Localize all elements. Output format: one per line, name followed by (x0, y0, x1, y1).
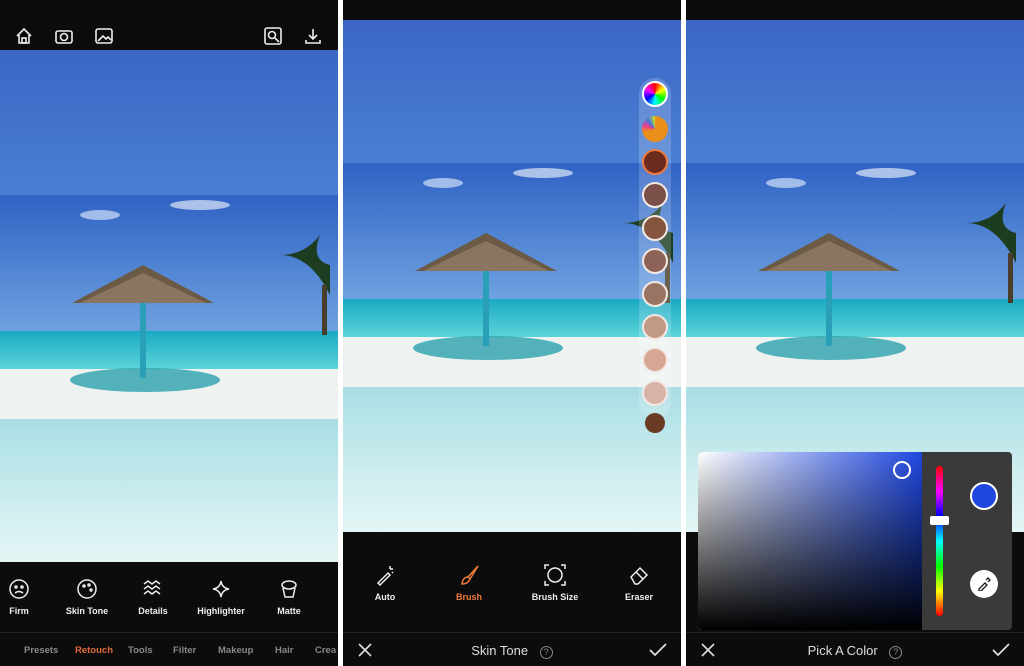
eraser-icon (630, 566, 649, 585)
confirm-check-icon[interactable] (992, 641, 1010, 659)
tab-hair[interactable]: Hair (275, 645, 293, 656)
saturation-value-area[interactable] (698, 452, 922, 630)
skin-tone-swatch[interactable] (642, 149, 668, 175)
skin-tone-swatch[interactable] (642, 215, 668, 241)
tool-matte[interactable]: Matte (272, 578, 306, 616)
skin-tone-swatch[interactable] (642, 314, 668, 340)
color-picker (698, 452, 1012, 630)
tool-firm[interactable]: Firm (4, 578, 34, 616)
tab-filter[interactable]: Filter (173, 645, 196, 656)
gallery-icon[interactable] (94, 26, 114, 46)
hue-slider[interactable] (936, 466, 943, 616)
pick-color-panel: Pick A Color ? (686, 0, 1024, 666)
tool-brush[interactable]: Brush (449, 564, 489, 602)
tool-brush-size[interactable]: Brush Size (527, 564, 583, 602)
picker-handle[interactable] (893, 461, 911, 479)
panel-title: Skin Tone (471, 643, 529, 658)
photo-bottom (343, 387, 681, 532)
skin-tone-swatch[interactable] (642, 281, 668, 307)
skin-tone-swatch[interactable] (642, 248, 668, 274)
photo-sky (686, 20, 1024, 163)
beach-photo (0, 195, 338, 419)
tool-auto[interactable]: Auto (365, 564, 405, 602)
category-tabs: Presets Retouch Tools Filter Makeup Hair… (0, 632, 338, 666)
beach-photo (343, 163, 681, 387)
hue-slider-handle[interactable] (930, 516, 949, 525)
brush-size-icon (544, 564, 566, 586)
eyedropper-icon (978, 577, 991, 591)
brush-icon (461, 565, 479, 585)
tab-retouch[interactable]: Retouch (75, 645, 113, 656)
skin-tone-swatch[interactable] (642, 182, 668, 208)
photo-bottom (0, 419, 338, 562)
swatch-column (639, 78, 671, 433)
skin-tone-panel: Auto Brush Brush Size Eraser Skin Tone ? (343, 0, 681, 666)
retouch-toolbar: Firm Skin Tone Details Highlighter Matte (0, 562, 338, 632)
home-icon[interactable] (14, 26, 34, 46)
tool-eraser[interactable]: Eraser (619, 564, 659, 602)
face-icon (9, 579, 29, 599)
tab-create[interactable]: Crea (315, 645, 336, 656)
help-icon[interactable]: ? (889, 646, 903, 659)
selected-color-preview (970, 482, 998, 510)
tab-tools[interactable]: Tools (128, 645, 153, 656)
powder-icon (281, 580, 297, 598)
skin-tone-swatch[interactable] (642, 347, 668, 373)
magic-wand-icon (376, 566, 394, 586)
download-icon[interactable] (303, 26, 323, 46)
panel-title: Pick A Color (807, 643, 878, 658)
tab-makeup[interactable]: Makeup (218, 645, 253, 656)
camera-icon[interactable] (54, 26, 74, 46)
sparkle-icon (212, 580, 230, 598)
tool-details[interactable]: Details (133, 578, 173, 616)
photo-sky (0, 50, 338, 195)
custom-color-swatch[interactable] (642, 116, 668, 142)
tool-highlighter[interactable]: Highlighter (196, 578, 246, 616)
retouch-panel: Firm Skin Tone Details Highlighter Matte… (0, 0, 338, 666)
skin-tone-swatch[interactable] (642, 380, 668, 406)
bottom-bar: Pick A Color ? (686, 632, 1024, 666)
tab-presets[interactable]: Presets (24, 645, 58, 656)
help-icon[interactable]: ? (539, 646, 553, 659)
brush-toolbar: Auto Brush Brush Size Eraser (343, 532, 681, 632)
skin-tone-swatch[interactable] (645, 413, 665, 433)
color-wheel-swatch[interactable] (642, 81, 668, 107)
palette-icon (77, 579, 97, 599)
confirm-check-icon[interactable] (649, 641, 667, 659)
beach-photo (686, 163, 1024, 387)
eyedropper-button[interactable] (970, 570, 998, 598)
photo-sky (343, 20, 681, 163)
top-bar (0, 0, 338, 50)
bottom-bar: Skin Tone ? (343, 632, 681, 666)
waves-icon (143, 580, 161, 595)
search-photo-icon[interactable] (263, 26, 283, 46)
tool-skin-tone[interactable]: Skin Tone (62, 578, 112, 616)
